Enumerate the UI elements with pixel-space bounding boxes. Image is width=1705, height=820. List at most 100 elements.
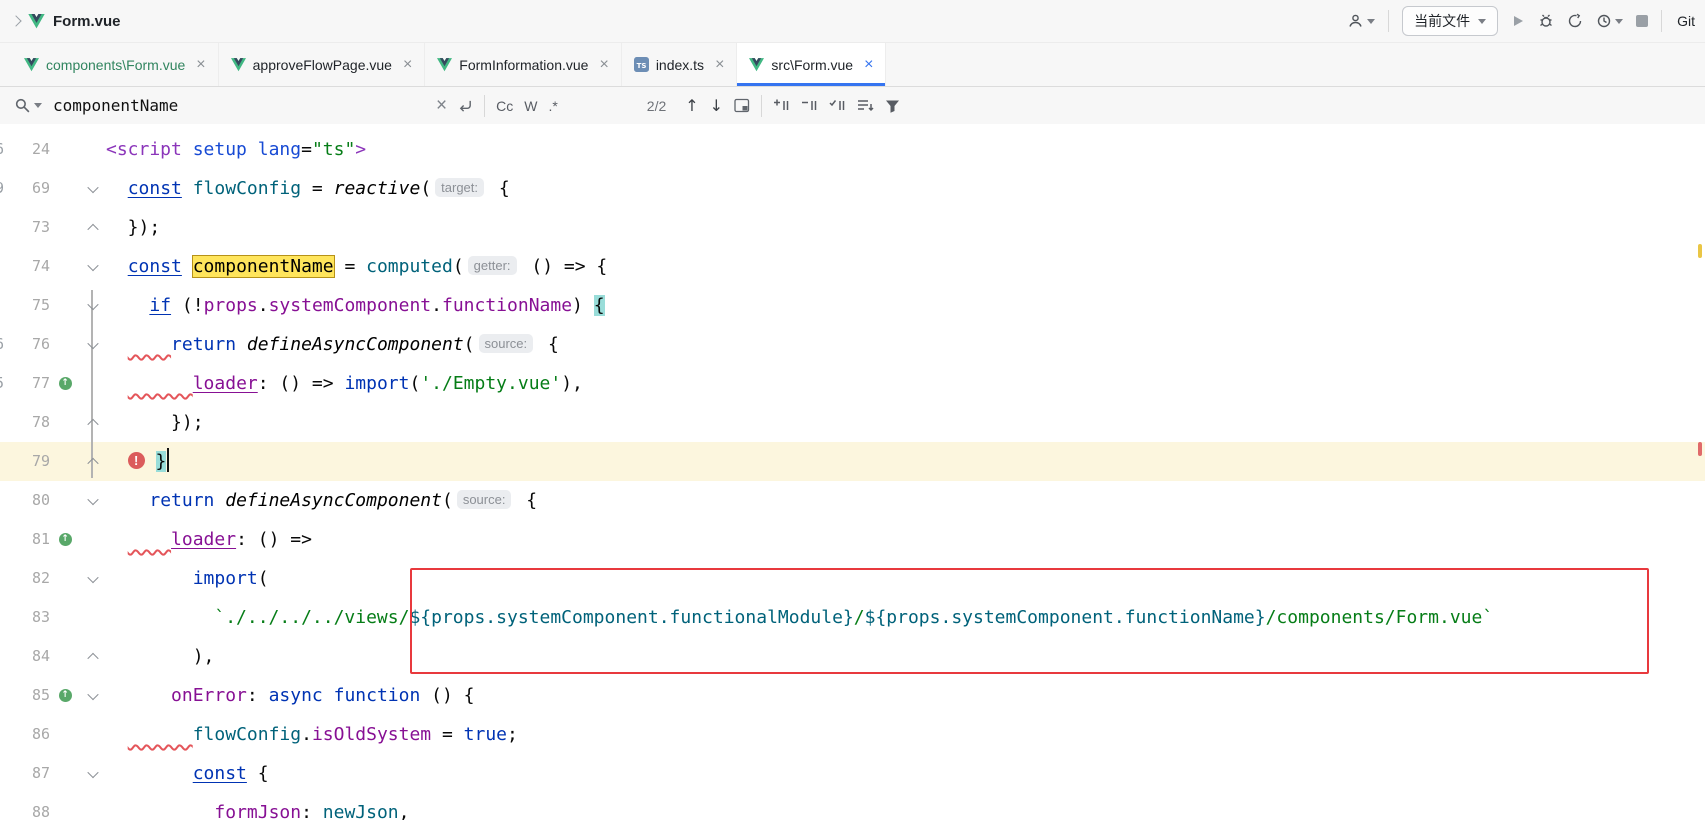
line-number[interactable]: 69 — [0, 169, 50, 208]
code-line[interactable]: 24<script setup lang="ts"> — [0, 130, 1705, 169]
line-number[interactable]: 79 — [0, 442, 50, 481]
fold-down-icon[interactable] — [80, 559, 106, 598]
fold-down-icon[interactable] — [80, 481, 106, 520]
fold-down-icon[interactable] — [80, 754, 106, 793]
code-line[interactable]: 85 onError: async function () { — [0, 676, 1705, 715]
gutter-spacer — [50, 559, 80, 598]
fold-up-icon[interactable] — [80, 403, 106, 442]
code-token: : () => — [236, 529, 312, 550]
add-occurrence-button[interactable] — [773, 98, 790, 113]
line-number[interactable]: 76 — [0, 325, 50, 364]
code-line[interactable]: 74 const componentName = computed(getter… — [0, 247, 1705, 286]
line-number[interactable]: 85 — [0, 676, 50, 715]
line-number[interactable]: 84 — [0, 637, 50, 676]
line-number[interactable]: 78 — [0, 403, 50, 442]
match-case-button[interactable]: Cc — [496, 98, 513, 114]
fold-down-icon[interactable] — [80, 169, 106, 208]
run-button[interactable] — [1511, 14, 1525, 28]
inlay-hint: source: — [457, 490, 512, 509]
select-all-occurrences-button[interactable] — [829, 98, 846, 113]
fold-down-icon[interactable] — [80, 325, 106, 364]
run-history-button[interactable] — [1596, 13, 1623, 29]
error-stripe-search-mark[interactable] — [1698, 244, 1702, 258]
fold-down-icon[interactable] — [80, 676, 106, 715]
code-line[interactable]: 79 } — [0, 442, 1705, 481]
previous-match-button[interactable]: ↑ — [685, 96, 698, 115]
tab-src-form-vue[interactable]: src\Form.vue× — [737, 43, 886, 86]
code-token: if — [149, 295, 171, 316]
next-match-button[interactable]: ↓ — [710, 96, 723, 115]
open-in-tool-window-button[interactable] — [734, 98, 750, 113]
code-line[interactable]: 87 const { — [0, 754, 1705, 793]
code-line[interactable]: 81 loader: () => — [0, 520, 1705, 559]
code-line[interactable]: 75 if (!props.systemComponent.functionNa… — [0, 286, 1705, 325]
line-number[interactable]: 24 — [0, 130, 50, 169]
implements-gutter-icon[interactable] — [50, 520, 80, 559]
line-number[interactable]: 74 — [0, 247, 50, 286]
search-icon[interactable] — [14, 97, 42, 114]
tab-close-icon[interactable]: × — [715, 56, 724, 74]
search-options-button[interactable] — [857, 98, 874, 113]
error-stripe-error-mark[interactable] — [1698, 442, 1702, 456]
code-line[interactable]: 78 }); — [0, 403, 1705, 442]
tab-close-icon[interactable]: × — [599, 56, 608, 74]
code-token: ; — [507, 724, 518, 745]
line-number[interactable]: 83 — [0, 598, 50, 637]
code-line[interactable]: 82 import( — [0, 559, 1705, 598]
regex-button[interactable]: .* — [548, 98, 557, 114]
text-caret — [167, 448, 169, 472]
code-line[interactable]: 73 }); — [0, 208, 1705, 247]
implements-gutter-icon[interactable] — [50, 364, 80, 403]
code-line[interactable]: 88 formJson: newJson, — [0, 793, 1705, 820]
whole-words-button[interactable]: W — [524, 98, 537, 114]
profiler-button[interactable] — [1567, 13, 1583, 29]
git-widget[interactable]: Git — [1677, 13, 1695, 29]
line-number[interactable]: 80 — [0, 481, 50, 520]
code-token — [106, 685, 171, 706]
filter-button[interactable] — [885, 99, 900, 113]
code-line[interactable]: 76 return defineAsyncComponent(source: { — [0, 325, 1705, 364]
vue-file-icon — [24, 58, 39, 72]
fold-up-icon[interactable] — [80, 442, 106, 481]
tab-close-icon[interactable]: × — [403, 56, 412, 74]
clear-search-icon[interactable]: × — [436, 96, 447, 115]
line-number[interactable]: 81 — [0, 520, 50, 559]
code-editor[interactable]: 24<script setup lang="ts">69 const flowC… — [0, 124, 1705, 820]
line-number[interactable]: 82 — [0, 559, 50, 598]
run-config-selector[interactable]: 当前文件 — [1402, 6, 1498, 36]
implements-gutter-icon[interactable] — [50, 676, 80, 715]
code-token: function — [334, 685, 421, 706]
line-number[interactable]: 75 — [0, 286, 50, 325]
search-input[interactable]: componentName — [53, 96, 425, 115]
tab-close-icon[interactable]: × — [864, 56, 873, 74]
fold-down-icon[interactable] — [80, 286, 106, 325]
line-number[interactable]: 77 — [0, 364, 50, 403]
tab-close-icon[interactable]: × — [196, 56, 205, 74]
code-line[interactable]: 69 const flowConfig = reactive(target: { — [0, 169, 1705, 208]
user-button[interactable] — [1347, 13, 1375, 29]
line-number[interactable]: 87 — [0, 754, 50, 793]
code-line[interactable]: 86 flowConfig.isOldSystem = true; — [0, 715, 1705, 754]
tab-forminformation-vue[interactable]: FormInformation.vue× — [425, 43, 622, 86]
line-number[interactable]: 86 — [0, 715, 50, 754]
code-line[interactable]: 84 ), — [0, 637, 1705, 676]
code-token: onError — [171, 685, 247, 706]
fold-up-icon[interactable] — [80, 637, 106, 676]
code-token — [106, 334, 128, 355]
code-line[interactable]: 77 loader: () => import('./Empty.vue'), — [0, 364, 1705, 403]
newline-search-icon[interactable] — [458, 98, 473, 113]
code-line[interactable]: 83 `./../../../views/${props.systemCompo… — [0, 598, 1705, 637]
line-number[interactable]: 73 — [0, 208, 50, 247]
fold-up-icon[interactable] — [80, 208, 106, 247]
debug-button[interactable] — [1538, 13, 1554, 29]
code-line[interactable]: 80 return defineAsyncComponent(source: { — [0, 481, 1705, 520]
code-token: ${props.systemComponent.functionName} — [865, 607, 1266, 628]
code-token: reactive — [334, 178, 421, 199]
fold-down-icon[interactable] — [80, 247, 106, 286]
tab-index-ts[interactable]: TSindex.ts× — [622, 43, 738, 86]
line-number[interactable]: 88 — [0, 793, 50, 820]
stop-button[interactable] — [1636, 15, 1648, 27]
tab-approveflowpage-vue[interactable]: approveFlowPage.vue× — [219, 43, 426, 86]
remove-occurrence-button[interactable] — [801, 98, 818, 113]
tab-components-form-vue[interactable]: components\Form.vue× — [12, 43, 219, 86]
